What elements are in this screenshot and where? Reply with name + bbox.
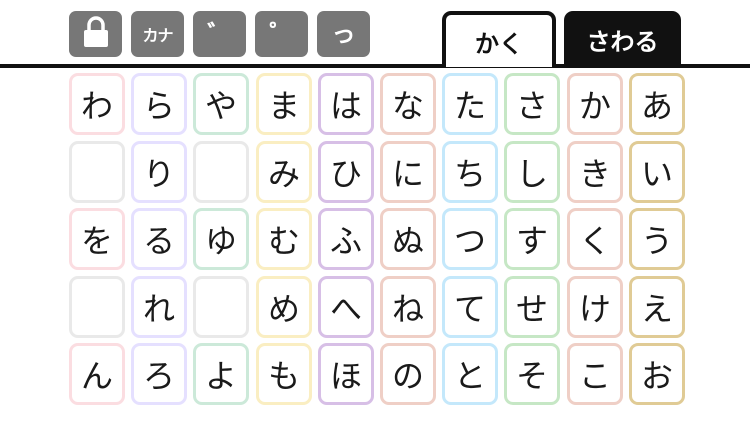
key-na-0[interactable]: な [380, 73, 436, 135]
key-ka-2[interactable]: く [567, 208, 623, 270]
key-sa-2[interactable]: す [504, 208, 560, 270]
key-empty [193, 141, 249, 203]
key-a-2[interactable]: う [629, 208, 685, 270]
key-ha-2[interactable]: ふ [318, 208, 374, 270]
handakuten-label: ゜ [269, 20, 294, 48]
katakana-button[interactable]: カナ [131, 11, 184, 57]
key-empty [69, 141, 125, 203]
key-ra-4[interactable]: ろ [131, 343, 187, 405]
key-a-1[interactable]: い [629, 141, 685, 203]
tab-sawaru-label: さわる [586, 27, 659, 56]
key-ka-1[interactable]: き [567, 141, 623, 203]
katakana-label: カナ [142, 26, 173, 45]
tab-divider [0, 64, 750, 68]
key-sa-3[interactable]: せ [504, 276, 560, 338]
small-tsu-label: っ [331, 20, 356, 48]
lock-icon [81, 16, 111, 52]
key-wa-2[interactable]: を [69, 208, 125, 270]
key-na-2[interactable]: ぬ [380, 208, 436, 270]
key-ka-4[interactable]: こ [567, 343, 623, 405]
key-wa-4[interactable]: ん [69, 343, 125, 405]
key-ya-0[interactable]: や [193, 73, 249, 135]
key-sa-0[interactable]: さ [504, 73, 560, 135]
key-a-3[interactable]: え [629, 276, 685, 338]
tab-sawaru[interactable]: さわる [564, 11, 681, 67]
key-sa-1[interactable]: し [504, 141, 560, 203]
key-ka-3[interactable]: け [567, 276, 623, 338]
key-empty [193, 276, 249, 338]
key-ha-3[interactable]: へ [318, 276, 374, 338]
small-tsu-button[interactable]: っ [317, 11, 370, 57]
key-ta-1[interactable]: ち [442, 141, 498, 203]
tab-kaku[interactable]: かく [442, 11, 556, 67]
key-a-0[interactable]: あ [629, 73, 685, 135]
key-ha-1[interactable]: ひ [318, 141, 374, 203]
tab-kaku-label: かく [475, 29, 523, 58]
key-ta-0[interactable]: た [442, 73, 498, 135]
dakuten-label: ゛ [207, 20, 232, 48]
key-na-4[interactable]: の [380, 343, 436, 405]
key-empty [69, 276, 125, 338]
key-ha-0[interactable]: は [318, 73, 374, 135]
key-ta-3[interactable]: て [442, 276, 498, 338]
key-ya-2[interactable]: ゆ [193, 208, 249, 270]
lock-button[interactable] [69, 11, 122, 57]
key-ta-4[interactable]: と [442, 343, 498, 405]
key-ka-0[interactable]: か [567, 73, 623, 135]
key-ma-2[interactable]: む [256, 208, 312, 270]
key-ha-4[interactable]: ほ [318, 343, 374, 405]
key-ta-2[interactable]: つ [442, 208, 498, 270]
key-na-3[interactable]: ね [380, 276, 436, 338]
key-ra-2[interactable]: る [131, 208, 187, 270]
key-ra-3[interactable]: れ [131, 276, 187, 338]
dakuten-button[interactable]: ゛ [193, 11, 246, 57]
key-na-1[interactable]: に [380, 141, 436, 203]
handakuten-button[interactable]: ゜ [255, 11, 308, 57]
key-ra-0[interactable]: ら [131, 73, 187, 135]
key-sa-4[interactable]: そ [504, 343, 560, 405]
key-ya-4[interactable]: よ [193, 343, 249, 405]
key-ma-1[interactable]: み [256, 141, 312, 203]
key-a-4[interactable]: お [629, 343, 685, 405]
key-ma-0[interactable]: ま [256, 73, 312, 135]
key-ra-1[interactable]: り [131, 141, 187, 203]
key-wa-0[interactable]: わ [69, 73, 125, 135]
key-ma-3[interactable]: め [256, 276, 312, 338]
key-ma-4[interactable]: も [256, 343, 312, 405]
